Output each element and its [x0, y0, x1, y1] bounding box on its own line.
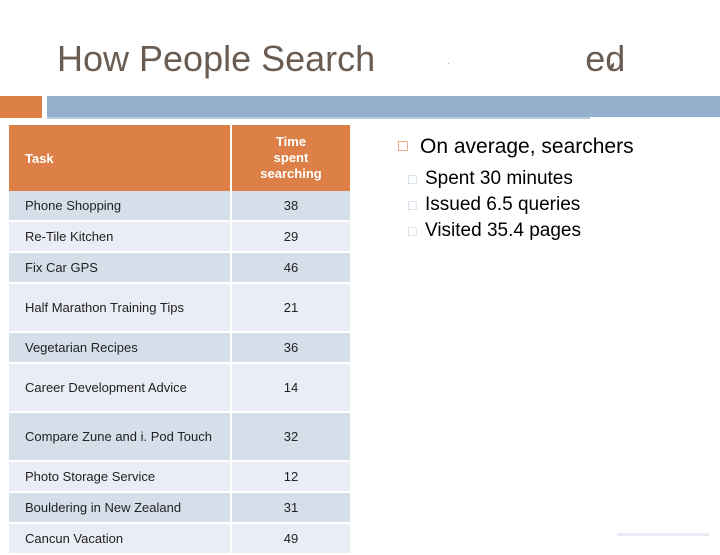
- table-cell-time: 36: [231, 332, 350, 364]
- table-cell-time: 21: [231, 283, 350, 333]
- table-cell-task: Vegetarian Recipes: [9, 332, 232, 364]
- table-cell-time: 12: [231, 461, 350, 493]
- bullet-level2-label: Spent 30 minutes: [425, 168, 573, 189]
- column-header-time-line1: Time: [275, 134, 307, 149]
- table-cell-task: Compare Zune and i. Pod Touch: [9, 412, 232, 462]
- table-row: Bouldering in New Zealand 31: [9, 492, 350, 524]
- table-row: Vegetarian Recipes 36: [9, 332, 350, 364]
- column-header-time-line2: spent: [273, 150, 309, 165]
- title-render-artifact-right: e: [608, 46, 614, 68]
- table-row: Photo Storage Service 12: [9, 461, 350, 493]
- square-bullet-icon: □: [398, 138, 408, 155]
- accent-square-decoration: [0, 96, 42, 118]
- table-cell-time: 29: [231, 221, 350, 253]
- page-title-tail: [375, 38, 585, 79]
- bottom-rule-decoration: [617, 533, 709, 536]
- table-cell-time: 31: [231, 492, 350, 524]
- table-cell-task: Re-Tile Kitchen: [9, 221, 232, 253]
- bullet-level2-label: Visited 35.4 pages: [425, 220, 581, 241]
- square-bullet-icon: □: [408, 223, 417, 239]
- table-cell-time: 32: [231, 412, 350, 462]
- content-bullet-list: □ On average, searchers □ Spent 30 minute…: [398, 133, 710, 244]
- table-cell-task: Career Development Advice: [9, 363, 232, 413]
- page-title-main: How People Search: [57, 38, 376, 79]
- table-row: Compare Zune and i. Pod Touch 32: [9, 412, 350, 462]
- bullet-level2-list: □ Spent 30 minutes □ Issued 6.5 queries □ Vis…: [398, 166, 710, 244]
- task-time-table: Task Time spent searching Phone Shopping…: [9, 125, 350, 555]
- square-bullet-icon: □: [408, 171, 417, 187]
- table-cell-task: Half Marathon Training Tips: [9, 283, 232, 333]
- table-cell-time: 38: [231, 191, 350, 222]
- column-header-task: Task: [9, 125, 232, 191]
- table-cell-time: 49: [231, 523, 350, 555]
- square-bullet-icon: □: [408, 197, 417, 213]
- table-cell-time: 46: [231, 252, 350, 284]
- table-header: Task Time spent searching: [9, 125, 350, 191]
- bullet-level2-item: □ Spent 30 minutes: [408, 166, 710, 192]
- column-header-time: Time spent searching: [231, 125, 350, 191]
- table-cell-task: Bouldering in New Zealand: [9, 492, 232, 524]
- accent-bar-shadow-decoration: [47, 117, 590, 119]
- table-cell-task: Photo Storage Service: [9, 461, 232, 493]
- bullet-level2-item: □ Issued 6.5 queries: [408, 192, 710, 218]
- table-cell-time: 14: [231, 363, 350, 413]
- bullet-level1-item: □ On average, searchers: [398, 133, 710, 161]
- table-row: Re-Tile Kitchen 29: [9, 221, 350, 253]
- table-row: Fix Car GPS 46: [9, 252, 350, 284]
- page-title: How People Search ed: [57, 36, 697, 82]
- table-cell-task: Cancun Vacation: [9, 523, 232, 555]
- title-render-artifact-left: e: [444, 46, 449, 64]
- page-title-tail-text: ed: [585, 38, 626, 79]
- table-row: Phone Shopping 38: [9, 191, 350, 222]
- bullet-level2-label: Issued 6.5 queries: [425, 194, 581, 215]
- table-row: Career Development Advice 14: [9, 363, 350, 413]
- column-header-time-line3: searching: [260, 166, 322, 181]
- bullet-level1-label: On average, searchers: [420, 135, 634, 158]
- table-row: Cancun Vacation 49: [9, 523, 350, 555]
- table-header-row: Task Time spent searching: [9, 125, 350, 191]
- table-cell-task: Phone Shopping: [9, 191, 232, 222]
- accent-bar-decoration: [47, 96, 720, 117]
- table-cell-task: Fix Car GPS: [9, 252, 232, 284]
- table-body: Phone Shopping 38 Re-Tile Kitchen 29 Fix Car…: [9, 191, 350, 555]
- table-row: Half Marathon Training Tips 21: [9, 283, 350, 333]
- bullet-level2-item: □ Visited 35.4 pages: [408, 218, 710, 244]
